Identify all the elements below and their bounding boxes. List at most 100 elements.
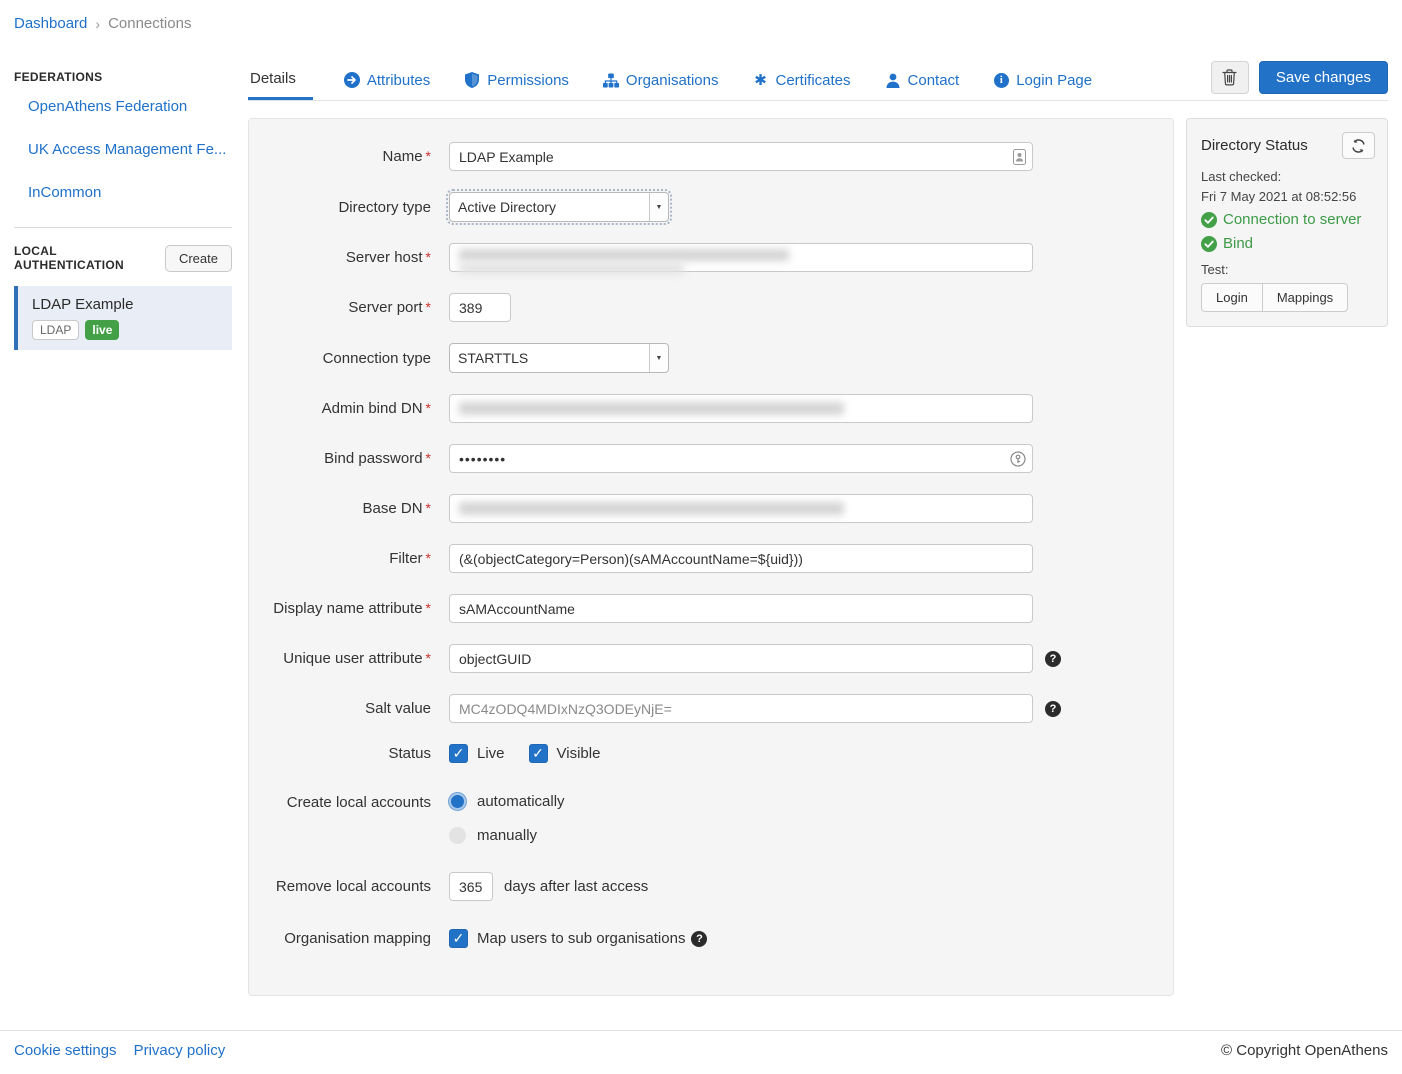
tab-organisations[interactable]: Organisations	[586, 60, 736, 100]
required-asterisk: *	[426, 650, 431, 666]
tab-attributes-label: Attributes	[367, 72, 430, 89]
connection-type-label: Connection type	[273, 350, 431, 367]
server-port-input[interactable]	[449, 293, 511, 322]
bind-check: Bind	[1201, 235, 1375, 252]
refresh-status-button[interactable]	[1342, 132, 1375, 159]
tab-permissions-label: Permissions	[487, 72, 569, 89]
tab-contact[interactable]: Contact	[868, 60, 977, 100]
display-name-attribute-label: Display name attribute*	[273, 600, 431, 617]
map-users-checkbox[interactable]: ✓	[449, 929, 468, 948]
required-asterisk: *	[426, 550, 431, 566]
help-icon[interactable]: ?	[1045, 701, 1061, 717]
federations-header: FEDERATIONS	[14, 70, 232, 84]
status-row: Status ✓ Live ✓ Visible	[273, 744, 1173, 763]
help-icon[interactable]: ?	[691, 931, 707, 947]
breadcrumb-dashboard-link[interactable]: Dashboard	[14, 15, 87, 32]
check-circle-icon	[1201, 212, 1217, 228]
tab-login-page[interactable]: i Login Page	[976, 60, 1109, 100]
bind-password-label: Bind password*	[273, 450, 431, 467]
password-key-icon[interactable]	[1010, 451, 1026, 467]
info-circle-icon: i	[993, 72, 1009, 88]
visible-checkbox[interactable]: ✓	[529, 744, 548, 763]
required-asterisk: *	[426, 600, 431, 616]
name-input[interactable]	[449, 142, 1033, 171]
trash-icon	[1222, 69, 1237, 86]
organisation-mapping-row: Organisation mapping ✓ Map users to sub …	[273, 929, 1173, 948]
unique-user-attribute-row: Unique user attribute* ?	[273, 644, 1173, 673]
delete-connection-button[interactable]	[1211, 61, 1249, 94]
arrow-right-circle-icon	[344, 72, 360, 88]
live-checkbox-label: Live	[477, 745, 505, 762]
map-users-checkbox-label: Map users to sub organisations	[477, 930, 685, 947]
base-dn-label: Base DN*	[273, 500, 431, 517]
privacy-policy-link[interactable]: Privacy policy	[134, 1042, 226, 1059]
shield-icon	[464, 72, 480, 88]
automatically-radio[interactable]	[449, 793, 466, 810]
server-host-row: Server host*	[273, 243, 1173, 272]
admin-bind-dn-label: Admin bind DN*	[273, 400, 431, 417]
breadcrumb-current: Connections	[108, 15, 191, 32]
cookie-settings-link[interactable]: Cookie settings	[14, 1042, 117, 1059]
required-asterisk: *	[426, 500, 431, 516]
sidebar-item-openathens-federation[interactable]: OpenAthens Federation	[28, 98, 232, 115]
sidebar-item-uk-access-management[interactable]: UK Access Management Fe...	[28, 141, 232, 158]
tab-details[interactable]: Details	[248, 60, 313, 100]
salt-value-input[interactable]	[449, 694, 1033, 723]
server-host-label: Server host*	[273, 249, 431, 266]
filter-input[interactable]	[449, 544, 1033, 573]
help-icon[interactable]: ?	[1045, 651, 1061, 667]
details-form-panel: Name* Directory type Active Directory ▼ …	[248, 118, 1174, 996]
server-port-label: Server port*	[273, 299, 431, 316]
sidebar-divider	[14, 227, 232, 228]
directory-type-select[interactable]: Active Directory ▼	[449, 192, 669, 222]
autofill-contact-icon[interactable]	[1013, 149, 1026, 165]
last-checked-value: Fri 7 May 2021 at 08:52:56	[1201, 189, 1375, 204]
remove-local-accounts-input[interactable]	[449, 872, 493, 901]
check-circle-icon	[1201, 236, 1217, 252]
manually-radio[interactable]	[449, 827, 466, 844]
bind-password-row: Bind password*	[273, 444, 1173, 473]
sidebar: FEDERATIONS OpenAthens Federation UK Acc…	[14, 62, 232, 350]
salt-value-row: Salt value ?	[273, 694, 1173, 723]
remove-local-accounts-row: Remove local accounts days after last ac…	[273, 872, 1173, 901]
chevron-down-icon: ▼	[649, 193, 668, 221]
remove-local-accounts-suffix: days after last access	[504, 878, 648, 895]
refresh-icon	[1351, 139, 1366, 153]
tab-attributes[interactable]: Attributes	[327, 60, 447, 100]
name-row: Name*	[273, 142, 1173, 171]
base-dn-row: Base DN*	[273, 494, 1173, 523]
connection-name: LDAP Example	[32, 296, 220, 313]
breadcrumb-chevron-icon: ›	[95, 16, 100, 32]
create-local-accounts-row: Create local accounts automatically manu…	[273, 793, 1173, 844]
server-port-row: Server port*	[273, 293, 1173, 322]
display-name-attribute-input[interactable]	[449, 594, 1033, 623]
breadcrumb: Dashboard › Connections	[14, 15, 191, 32]
certificate-seal-icon: ✱	[752, 72, 768, 88]
bind-password-input[interactable]	[449, 444, 1033, 473]
copyright-text: © Copyright OpenAthens	[1221, 1042, 1388, 1059]
tab-certificates[interactable]: ✱ Certificates	[735, 60, 867, 100]
directory-type-row: Directory type Active Directory ▼	[273, 192, 1173, 222]
redacted-value	[459, 502, 844, 515]
test-login-button[interactable]: Login	[1201, 283, 1263, 312]
required-asterisk: *	[426, 249, 431, 265]
unique-user-attribute-input[interactable]	[449, 644, 1033, 673]
connection-type-select[interactable]: STARTTLS ▼	[449, 343, 669, 373]
directory-status-title: Directory Status	[1201, 137, 1308, 154]
sidebar-item-incommon[interactable]: InCommon	[28, 184, 232, 201]
visible-checkbox-label: Visible	[557, 745, 601, 762]
tab-organisations-label: Organisations	[626, 72, 719, 89]
save-changes-button[interactable]: Save changes	[1259, 61, 1388, 94]
test-mappings-button[interactable]: Mappings	[1262, 283, 1348, 312]
tab-certificates-label: Certificates	[775, 72, 850, 89]
manually-radio-label: manually	[477, 827, 537, 844]
bind-check-label: Bind	[1223, 235, 1253, 252]
create-connection-button[interactable]: Create	[165, 245, 232, 272]
live-checkbox[interactable]: ✓	[449, 744, 468, 763]
tab-permissions[interactable]: Permissions	[447, 60, 586, 100]
sidebar-item-ldap-example[interactable]: LDAP Example LDAP live	[14, 286, 232, 350]
directory-status-panel: Directory Status Last checked: Fri 7 May…	[1186, 118, 1388, 327]
test-label: Test:	[1201, 262, 1375, 277]
create-local-accounts-label: Create local accounts	[273, 793, 431, 811]
status-label: Status	[273, 745, 431, 762]
